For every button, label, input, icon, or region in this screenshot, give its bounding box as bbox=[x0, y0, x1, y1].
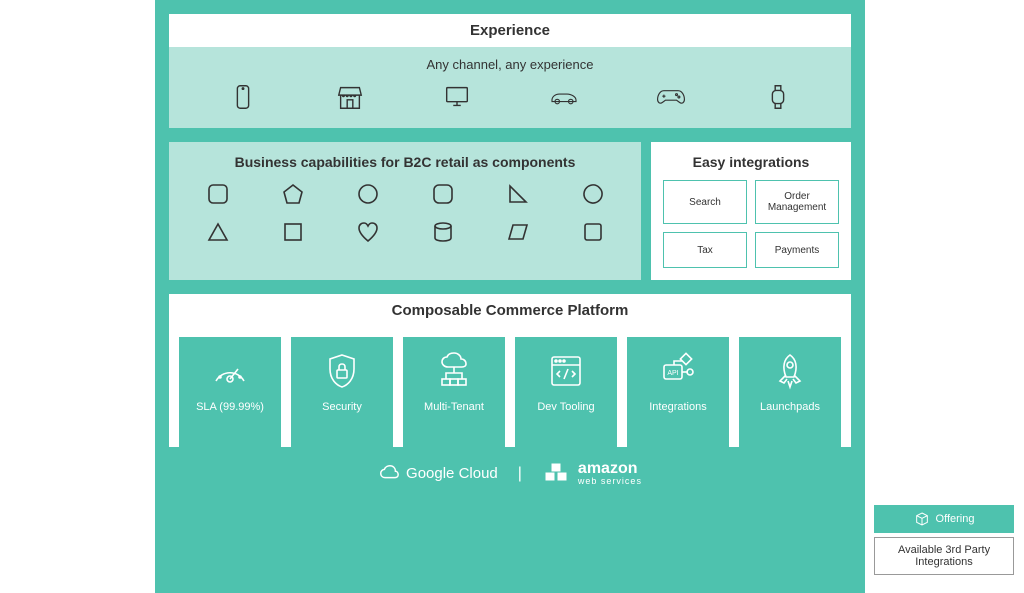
shape-right-triangle-icon bbox=[506, 182, 530, 206]
integration-order-management: Order Management bbox=[755, 180, 839, 224]
platform-card-security: Security bbox=[291, 337, 393, 447]
aws-logo: amazon web services bbox=[542, 461, 642, 486]
aws-label-line1: amazon bbox=[578, 461, 642, 477]
rocket-icon bbox=[770, 351, 810, 391]
api-plug-icon: API bbox=[658, 351, 698, 391]
platform-card-label: Multi-Tenant bbox=[424, 401, 484, 413]
gauge-icon bbox=[210, 351, 250, 391]
platform-card-sla: SLA (99.99%) bbox=[179, 337, 281, 447]
cloud-providers-footer: Google Cloud | amazon web services bbox=[169, 447, 851, 490]
business-capabilities-panel: Business capabilities for B2C retail as … bbox=[169, 142, 641, 280]
legend-offering-label: Offering bbox=[936, 513, 975, 525]
shape-rounded-square-icon bbox=[431, 182, 455, 206]
capability-shapes-grid bbox=[189, 182, 621, 244]
shape-triangle-icon bbox=[206, 220, 230, 244]
svg-text:API: API bbox=[667, 370, 678, 377]
aws-label-line2: web services bbox=[578, 477, 642, 486]
platform-card-integrations: API Integrations bbox=[627, 337, 729, 447]
cube-icon bbox=[914, 511, 930, 527]
google-cloud-icon bbox=[378, 463, 400, 485]
business-capabilities-title: Business capabilities for B2C retail as … bbox=[189, 154, 621, 170]
middle-row: Business capabilities for B2C retail as … bbox=[169, 142, 851, 280]
aws-boxes-icon bbox=[542, 462, 570, 486]
shape-circle-icon bbox=[356, 182, 380, 206]
shape-cylinder-icon bbox=[431, 220, 455, 244]
platform-cards-row: SLA (99.99%) Security Multi-Tenant Dev T… bbox=[169, 327, 851, 447]
integration-search: Search bbox=[663, 180, 747, 224]
shield-lock-icon bbox=[322, 351, 362, 391]
integration-tax: Tax bbox=[663, 232, 747, 268]
legend-third-party-label: Available 3rd Party Integrations bbox=[881, 544, 1007, 568]
platform-card-launchpads: Launchpads bbox=[739, 337, 841, 447]
architecture-diagram-frame: Experience Any channel, any experience B… bbox=[155, 0, 865, 593]
platform-card-label: Security bbox=[322, 401, 362, 413]
shape-square-icon bbox=[581, 220, 605, 244]
desktop-icon bbox=[442, 82, 472, 112]
shape-pentagon-icon bbox=[281, 182, 305, 206]
integrations-panel: Easy integrations Search Order Managemen… bbox=[651, 142, 851, 280]
gamepad-icon bbox=[656, 82, 686, 112]
experience-subtitle: Any channel, any experience bbox=[189, 57, 831, 72]
footer-divider: | bbox=[518, 465, 522, 483]
mobile-icon bbox=[228, 82, 258, 112]
experience-title: Experience bbox=[169, 14, 851, 47]
shape-leaf-icon bbox=[581, 182, 605, 206]
channel-icon-row bbox=[189, 82, 831, 112]
legend: Offering Available 3rd Party Integration… bbox=[874, 501, 1014, 575]
legend-third-party: Available 3rd Party Integrations bbox=[874, 537, 1014, 575]
shape-square-icon bbox=[281, 220, 305, 244]
shape-rounded-square-icon bbox=[206, 182, 230, 206]
legend-offering: Offering bbox=[874, 505, 1014, 533]
platform-card-label: Dev Tooling bbox=[537, 401, 594, 413]
integration-payments: Payments bbox=[755, 232, 839, 268]
integrations-title: Easy integrations bbox=[663, 154, 839, 170]
platform-card-label: Launchpads bbox=[760, 401, 820, 413]
google-cloud-logo: Google Cloud bbox=[378, 463, 498, 485]
platform-card-label: SLA (99.99%) bbox=[196, 401, 264, 413]
experience-panel: Any channel, any experience bbox=[169, 47, 851, 128]
code-window-icon bbox=[546, 351, 586, 391]
platform-card-multitenant: Multi-Tenant bbox=[403, 337, 505, 447]
shape-heart-icon bbox=[356, 220, 380, 244]
cloud-network-icon bbox=[434, 351, 474, 391]
shape-parallelogram-icon bbox=[506, 220, 530, 244]
platform-card-devtooling: Dev Tooling bbox=[515, 337, 617, 447]
watch-icon bbox=[763, 82, 793, 112]
store-icon bbox=[335, 82, 365, 112]
google-cloud-label: Google Cloud bbox=[406, 465, 498, 482]
platform-card-label: Integrations bbox=[649, 401, 706, 413]
car-icon bbox=[549, 82, 579, 112]
platform-title: Composable Commerce Platform bbox=[169, 294, 851, 327]
